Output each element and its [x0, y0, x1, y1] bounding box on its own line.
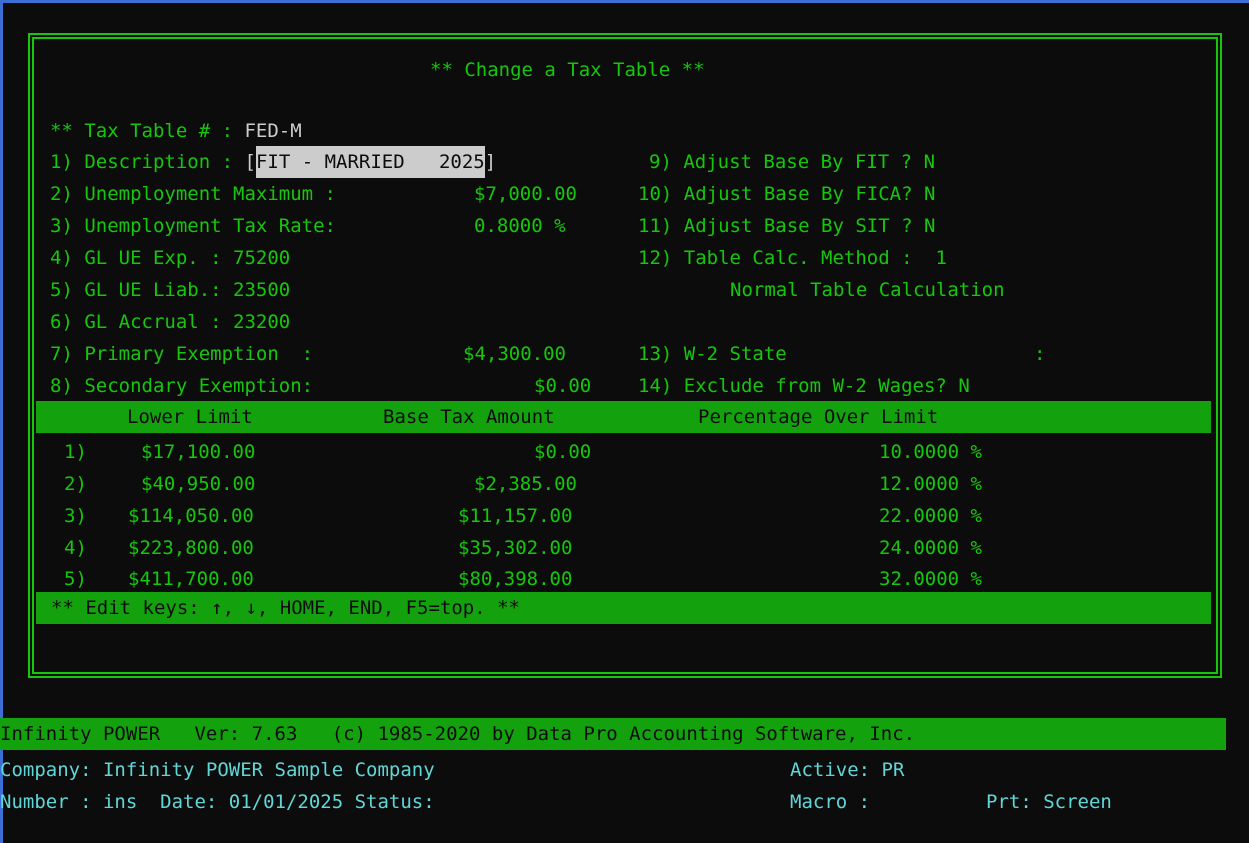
field-unemployment-rate[interactable]: 3) Unemployment Tax Rate: — [50, 210, 336, 242]
tax-table-value: FED-M — [244, 120, 302, 142]
gl-accrual-value: 23200 — [233, 311, 291, 333]
calc-method-value: 1 — [935, 247, 947, 269]
field-gl-accrual[interactable]: 6) GL Accrual : 23200 — [50, 306, 290, 338]
row-lower-limit[interactable]: $223,800.00 — [128, 532, 254, 564]
field-w2-state[interactable]: 13) W-2 State — [638, 338, 787, 370]
version-banner: Infinity POWER Ver: 7.63 (c) 1985-2020 b… — [0, 718, 1226, 750]
field-calc-method[interactable]: 12) Table Calc. Method : 1 — [638, 242, 947, 274]
tax-table-label: ** Tax Table # : — [50, 120, 234, 142]
w2-state-value: : — [1034, 343, 1046, 365]
screen-title: ** Change a Tax Table ** — [430, 59, 705, 81]
field-unemployment-max[interactable]: 2) Unemployment Maximum : — [50, 178, 336, 210]
secondary-exemption-label: 8) Secondary Exemption: — [50, 375, 314, 397]
row-percentage[interactable]: 10.0000 % — [879, 436, 982, 468]
row-percentage[interactable]: 22.0000 % — [879, 500, 982, 532]
field-adjust-sit[interactable]: 11) Adjust Base By SIT ? N — [638, 210, 935, 242]
macro-status: Macro : — [790, 791, 871, 813]
field-gl-ue-exp[interactable]: 4) GL UE Exp. : 75200 — [50, 242, 290, 274]
field-adjust-fica[interactable]: 10) Adjust Base By FICA? N — [638, 178, 935, 210]
row-base-tax[interactable]: $35,302.00 — [458, 532, 572, 564]
edit-keys-bar: ** Edit keys: ↑, ↓, HOME, END, F5=top. *… — [36, 592, 1211, 624]
row-number: 3) — [64, 505, 87, 527]
row-number: 5) — [64, 568, 87, 590]
version-banner-text: Infinity POWER Ver: 7.63 (c) 1985-2020 b… — [0, 723, 916, 745]
field-gl-ue-liab[interactable]: 5) GL UE Liab.: 23500 — [50, 274, 290, 306]
adjust-fit-label: 9) Adjust Base By FIT ? — [649, 151, 913, 173]
header-lower-limit: Lower Limit — [127, 406, 253, 428]
company-info: Company: Infinity POWER Sample Company — [0, 759, 435, 781]
w2-state-label: 13) W-2 State — [638, 343, 787, 365]
field-description: 1) Description : [FIT - MARRIED 2025] — [50, 146, 496, 178]
edit-keys-text: ** Edit keys: ↑, ↓, HOME, END, F5=top. *… — [51, 597, 520, 619]
gl-accrual-label: 6) GL Accrual : — [50, 311, 222, 333]
secondary-exemption-value: $0.00 — [534, 375, 592, 397]
header-base-tax: Base Tax Amount — [383, 406, 555, 428]
active-module: Active: PR — [790, 759, 905, 781]
row-number: 1) — [64, 441, 87, 463]
description-close-bracket: ] — [484, 151, 497, 173]
row-number: 4) — [64, 537, 87, 559]
adjust-sit-label: 11) Adjust Base By SIT ? — [638, 215, 913, 237]
unemployment-max-label: 2) Unemployment Maximum : — [50, 183, 336, 205]
exclude-w2-value: N — [958, 375, 970, 397]
field-primary-exemption[interactable]: 7) Primary Exemption : — [50, 338, 313, 370]
row-percentage[interactable]: 32.0000 % — [879, 563, 982, 595]
calc-method-description: Normal Table Calculation — [730, 279, 1005, 301]
gl-ue-liab-label: 5) GL UE Liab.: — [50, 279, 222, 301]
description-input[interactable]: FIT - MARRIED 2025 — [255, 146, 485, 178]
unemployment-rate-value: 0.8000 % — [474, 215, 566, 237]
gl-ue-exp-label: 4) GL UE Exp. : — [50, 247, 222, 269]
adjust-sit-value: N — [924, 215, 936, 237]
field-adjust-fit[interactable]: 9) Adjust Base By FIT ? N — [649, 146, 935, 178]
table-header-bar: Lower Limit Base Tax Amount Percentage O… — [36, 401, 1211, 433]
adjust-fit-value: N — [923, 151, 936, 173]
calc-method-label: 12) Table Calc. Method : — [638, 247, 913, 269]
row-percentage[interactable]: 24.0000 % — [879, 532, 982, 564]
gl-ue-exp-value: 75200 — [233, 247, 291, 269]
unemployment-rate-label: 3) Unemployment Tax Rate: — [50, 215, 336, 237]
description-label: 1) Description : — [50, 151, 234, 173]
header-percentage: Percentage Over Limit — [698, 406, 939, 428]
primary-exemption-label: 7) Primary Exemption : — [50, 343, 314, 365]
adjust-fica-value: N — [924, 183, 936, 205]
description-open-bracket: [ — [244, 151, 256, 173]
row-lower-limit[interactable]: $40,950.00 — [141, 468, 255, 500]
row-number: 2) — [64, 473, 87, 495]
row-lower-limit[interactable]: $411,700.00 — [128, 563, 254, 595]
primary-exemption-value: $4,300.00 — [463, 343, 566, 365]
row-base-tax[interactable]: $80,398.00 — [458, 563, 572, 595]
field-secondary-exemption[interactable]: 8) Secondary Exemption: — [50, 370, 313, 402]
row-base-tax[interactable]: $2,385.00 — [474, 468, 577, 500]
unemployment-max-value: $7,000.00 — [474, 183, 577, 205]
row-lower-limit[interactable]: $17,100.00 — [141, 436, 255, 468]
gl-ue-liab-value: 23500 — [233, 279, 291, 301]
field-exclude-w2[interactable]: 14) Exclude from W-2 Wages? N — [638, 370, 970, 402]
tax-table-row: ** Tax Table # : FED-M — [50, 115, 302, 147]
adjust-fica-label: 10) Adjust Base By FICA? — [638, 183, 913, 205]
row-base-tax[interactable]: $11,157.00 — [458, 500, 572, 532]
print-destination: Prt: Screen — [986, 791, 1112, 813]
row-base-tax[interactable]: $0.00 — [534, 436, 591, 468]
row-lower-limit[interactable]: $114,050.00 — [128, 500, 254, 532]
row-percentage[interactable]: 12.0000 % — [879, 468, 982, 500]
number-date-status: Number : ins Date: 01/01/2025 Status: — [0, 791, 435, 813]
exclude-w2-label: 14) Exclude from W-2 Wages? — [638, 375, 947, 397]
